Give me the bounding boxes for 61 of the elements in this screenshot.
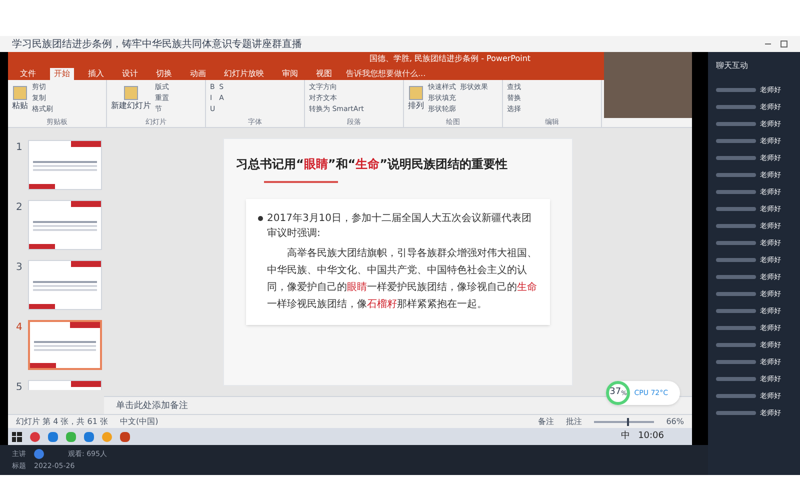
clock: 10:06 [638, 430, 664, 443]
blurred-name [716, 173, 756, 177]
tell-me-field[interactable]: 告诉我您想要做什么... [346, 68, 426, 80]
blurred-name [716, 258, 756, 262]
blurred-name [716, 326, 756, 330]
ribbon-large-button[interactable]: 粘贴 [12, 86, 28, 112]
ribbon-tab[interactable]: 幻灯片放映 [220, 68, 268, 80]
slide-thumbnail[interactable] [28, 320, 102, 370]
ribbon-tab[interactable]: 动画 [186, 68, 210, 80]
maximize-icon[interactable] [780, 40, 788, 48]
slide-number: 3 [16, 261, 24, 275]
blurred-name [716, 88, 756, 92]
blurred-name [716, 360, 756, 364]
blurred-name [716, 105, 756, 109]
notes-field[interactable]: 单击此处添加备注 [104, 396, 692, 414]
notes-button[interactable]: 备注 [538, 416, 554, 428]
host-avatar [34, 448, 44, 459]
blurred-name [716, 377, 756, 381]
blurred-name [716, 292, 756, 296]
bullet-text: 2017年3月10日，参加十二届全国人大五次会议新疆代表团审议时强调: [267, 212, 533, 241]
blurred-name [716, 190, 756, 194]
ribbon-tab[interactable]: 插入 [84, 68, 108, 80]
ribbon-tab[interactable]: 审阅 [278, 68, 302, 80]
blurred-name [716, 122, 756, 126]
slide-number: 1 [16, 141, 24, 155]
comments-button[interactable]: 批注 [566, 416, 582, 428]
ribbon-large-button[interactable]: 排列 [408, 86, 424, 112]
app-title: 国德、学胜, 民族团结进步条例 - PowerPoint [369, 53, 531, 65]
slide-count: 幻灯片 第 4 张，共 61 张 [16, 416, 108, 428]
slide-number: 4 [16, 321, 24, 335]
blurred-name [716, 207, 756, 211]
blurred-name [716, 224, 756, 228]
blurred-name [716, 241, 756, 245]
slide-number: 2 [16, 201, 24, 215]
zoom-percent: 66% [666, 416, 684, 428]
ribbon-tab[interactable]: 文件 [16, 68, 40, 80]
slide-title: 习总书记用“眼睛”和“生命”说明民族团结的重要性 [236, 156, 509, 173]
windows-start-icon[interactable] [12, 432, 22, 442]
ribbon-large-button[interactable]: 新建幻灯片 [111, 86, 151, 112]
slide-number: 5 [16, 381, 24, 390]
language-status: 中文(中国) [120, 416, 158, 428]
ribbon-tab[interactable]: 开始 [50, 68, 74, 80]
chat-title: 聊天互动 [716, 60, 749, 72]
blurred-name [716, 394, 756, 398]
blurred-name [716, 275, 756, 279]
window-title: 学习民族团结进步条例，铸牢中华民族共同体意识专题讲座群直播 [12, 38, 302, 52]
blurred-name [716, 343, 756, 347]
ime-indicator[interactable]: 中 [621, 430, 630, 444]
bullet-icon [258, 216, 263, 221]
ribbon-tab[interactable]: 视图 [312, 68, 336, 80]
ribbon-tab[interactable]: 设计 [118, 68, 142, 80]
slide-thumbnail[interactable] [28, 140, 102, 190]
quote-text: 高举各民族大团结旗帜，引导各族群众增强对伟大祖国、中华民族、中华文化、中国共产党、中国特色社会主义的认同，像爱护自己的眼睛一样爱护民族团结，像珍视自己的生命 一样珍视民族团结，像石榴籽那样紧紧抱在一起。 [267, 246, 538, 312]
slide-thumbnail[interactable] [28, 200, 102, 250]
blurred-name [716, 309, 756, 313]
slide-thumbnail[interactable] [28, 260, 102, 310]
blurred-name [716, 156, 756, 160]
ribbon-tab[interactable]: 切换 [152, 68, 176, 80]
blurred-name [716, 139, 756, 143]
blurred-name [716, 411, 756, 415]
zoom-thumb[interactable] [627, 418, 630, 426]
